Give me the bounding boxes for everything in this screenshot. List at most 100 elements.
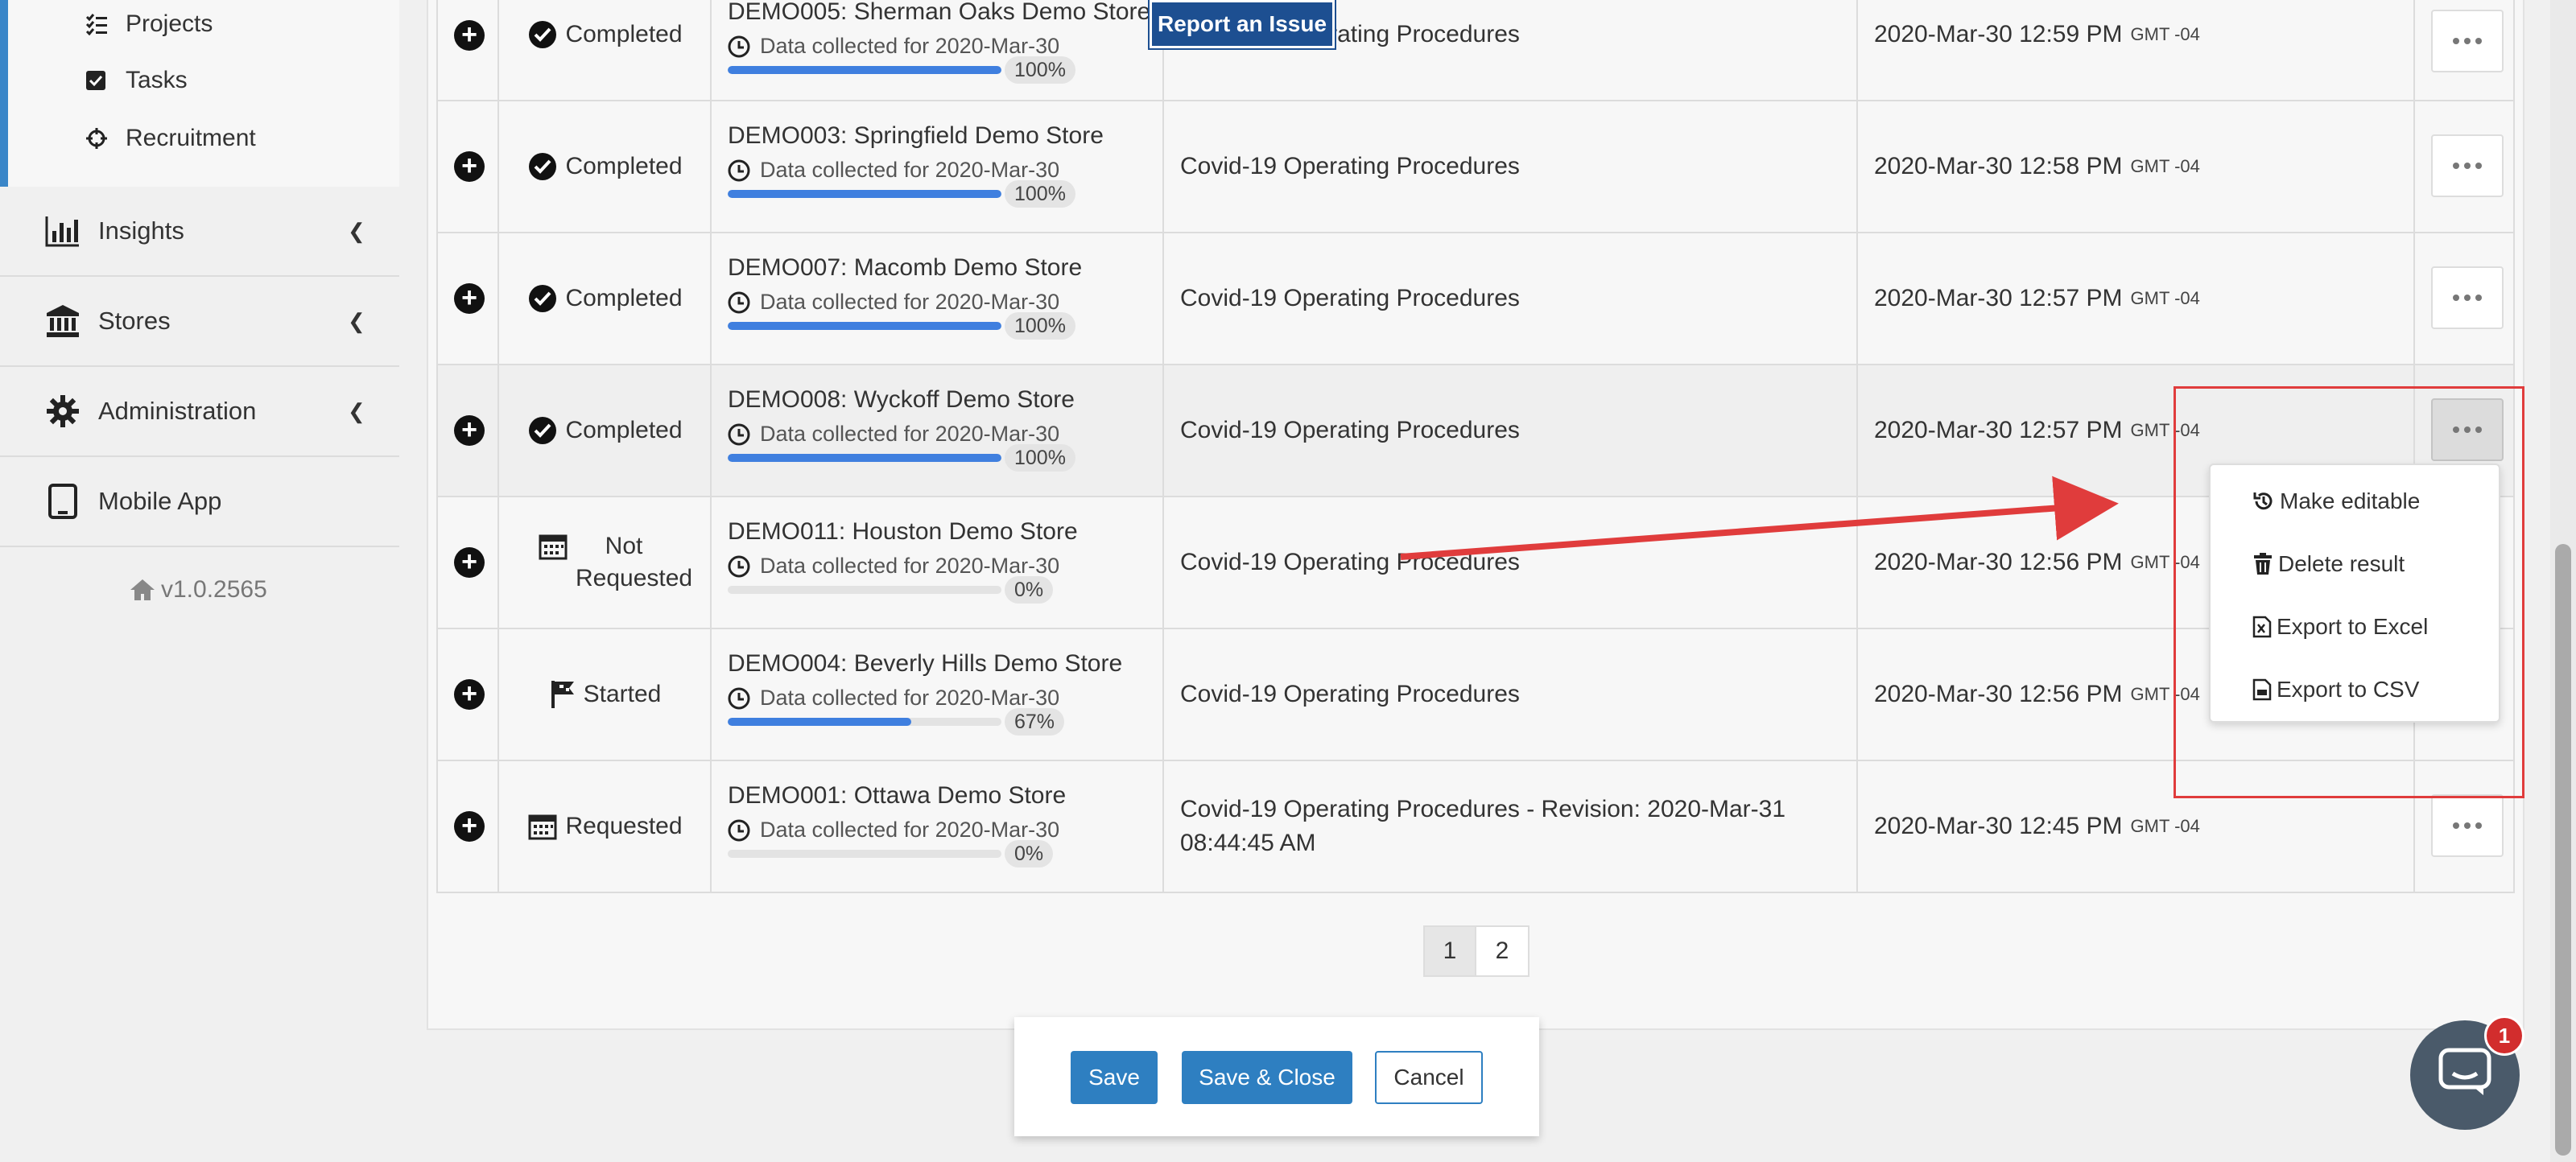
status-cell: Completed (499, 0, 712, 85)
table-row: + Completed DEMO003: Springfield Demo St… (436, 101, 2515, 233)
collected-text: Data collected for 2020-Mar-30 (760, 818, 1060, 842)
date-text: 2020-Mar-30 12:57 PM (1874, 417, 2123, 443)
collected-date: Data collected for 2020-Mar-30 (728, 818, 1059, 843)
clock-icon (728, 159, 750, 182)
status-text: Not Requested (576, 533, 693, 591)
bar-chart-icon (43, 212, 82, 250)
procedure-name: Covid-19 Operating Procedures (1180, 153, 1520, 179)
clock-icon (728, 555, 750, 578)
procedure-name: Covid-19 Operating Procedures (1180, 285, 1520, 311)
chevron-left-icon: ❮ (348, 218, 365, 243)
sidebar-item-label: Recruitment (126, 125, 256, 151)
sidebar-item-tasks[interactable]: Tasks (85, 56, 188, 105)
menu-item-label: Make editable (2280, 488, 2421, 513)
result-date: 2020-Mar-30 12:59 PM GMT -04 (1874, 0, 2200, 85)
progress-label: 100% (1005, 444, 1075, 472)
collected-date: Data collected for 2020-Mar-30 (728, 158, 1059, 183)
progress-bar (728, 586, 1001, 594)
store-name: DEMO011: Houston Demo Store (728, 518, 1078, 545)
check-circle-icon (528, 152, 557, 181)
calendar-grid-icon (539, 533, 568, 560)
report-issue-button[interactable]: Report an Issue (1150, 0, 1335, 48)
result-date: 2020-Mar-30 12:57 PM GMT -04 (1874, 233, 2200, 364)
excel-file-icon (2252, 616, 2272, 638)
expand-row-button[interactable]: + (454, 547, 485, 578)
row-actions-button[interactable] (2431, 10, 2504, 72)
progress-fill (728, 454, 1001, 462)
timezone-text: GMT -04 (2130, 156, 2200, 176)
status-text: Completed (565, 285, 683, 311)
row-actions-button[interactable] (2431, 134, 2504, 197)
page-1-button[interactable]: 1 (1423, 925, 1476, 977)
sidebar-item-insights[interactable]: Insights ❮ (0, 187, 399, 277)
menu-item-delete-result[interactable]: Delete result (2252, 544, 2405, 584)
save-button[interactable]: Save (1071, 1051, 1158, 1104)
collected-text: Data collected for 2020-Mar-30 (760, 34, 1060, 58)
expand-row-button[interactable]: + (454, 151, 485, 182)
procedure-name: Covid-19 Operating Procedures (1180, 417, 1520, 443)
progress-label: 0% (1005, 840, 1054, 867)
cancel-button[interactable]: Cancel (1375, 1051, 1483, 1104)
store-name: DEMO008: Wyckoff Demo Store (728, 386, 1075, 413)
collected-text: Data collected for 2020-Mar-30 (760, 686, 1060, 710)
store-name: DEMO001: Ottawa Demo Store (728, 782, 1067, 809)
progress-bar (728, 454, 1001, 462)
timezone-text: GMT -04 (2130, 24, 2200, 44)
row-actions-button[interactable] (2431, 794, 2504, 857)
chat-icon (2438, 1048, 2491, 1102)
sidebar-item-label: Stores (98, 307, 171, 335)
collected-date: Data collected for 2020-Mar-30 (728, 422, 1059, 447)
page-2-button[interactable]: 2 (1476, 925, 1530, 977)
scrollbar-thumb[interactable] (2555, 544, 2571, 1156)
clock-icon (728, 687, 750, 710)
progress-bar (728, 190, 1001, 198)
save-and-close-button[interactable]: Save & Close (1182, 1051, 1352, 1104)
status-text: Started (583, 681, 662, 707)
collected-date: Data collected for 2020-Mar-30 (728, 290, 1059, 315)
procedure-name: Covid-19 Operating Procedures (1180, 681, 1520, 707)
date-text: 2020-Mar-30 12:59 PM (1874, 21, 2123, 47)
expand-row-button[interactable]: + (454, 679, 485, 710)
csv-file-icon (2252, 678, 2272, 701)
menu-item-export-csv[interactable]: Export to CSV (2252, 670, 2419, 710)
status-cell: Completed (499, 101, 712, 232)
status-text: Requested (565, 813, 683, 839)
version-label: v1.0.2565 (129, 576, 267, 604)
menu-item-label: Delete result (2278, 551, 2405, 576)
sidebar-item-recruitment[interactable]: Recruitment (85, 114, 256, 163)
sidebar-item-administration[interactable]: Administration ❮ (0, 367, 399, 457)
tablet-icon (43, 482, 82, 521)
table-row: + Completed DEMO007: Macomb Demo Store D… (436, 233, 2515, 365)
store-name: DEMO004: Beverly Hills Demo Store (728, 650, 1123, 677)
store-name: DEMO003: Springfield Demo Store (728, 122, 1104, 149)
bank-icon (43, 302, 82, 340)
sidebar-item-stores[interactable]: Stores ❮ (0, 277, 399, 367)
sidebar-item-label: Insights (98, 216, 184, 245)
flag-icon (550, 679, 576, 710)
progress-label: 0% (1005, 576, 1054, 604)
row-actions-button[interactable] (2431, 266, 2504, 329)
status-text: Completed (565, 153, 683, 179)
progress-fill (728, 718, 911, 726)
menu-item-export-excel[interactable]: Export to Excel (2252, 607, 2428, 647)
status-cell: Completed (499, 233, 712, 364)
collected-date: Data collected for 2020-Mar-30 (728, 686, 1059, 711)
sidebar-item-mobile-app[interactable]: Mobile App (0, 457, 399, 547)
trash-icon (2252, 553, 2273, 575)
expand-row-button[interactable]: + (454, 283, 485, 314)
save-bar: Save Save & Close Cancel (1014, 1017, 1539, 1136)
menu-item-label: Export to Excel (2277, 614, 2429, 639)
date-text: 2020-Mar-30 12:57 PM (1874, 285, 2123, 311)
check-circle-icon (528, 20, 557, 49)
sidebar-item-label: Mobile App (98, 487, 222, 515)
status-cell: Requested (499, 761, 712, 892)
procedure-name: Covid-19 Operating Procedures - Revision… (1180, 796, 1786, 856)
sidebar-item-label: Tasks (126, 67, 188, 93)
sidebar-item-projects[interactable]: Projects (85, 0, 213, 48)
menu-item-make-editable[interactable]: Make editable (2252, 481, 2420, 521)
expand-row-button[interactable]: + (454, 811, 485, 842)
expand-row-button[interactable]: + (454, 20, 485, 51)
progress-bar (728, 718, 1001, 726)
sidebar-item-label: Projects (126, 10, 213, 37)
expand-row-button[interactable]: + (454, 415, 485, 446)
